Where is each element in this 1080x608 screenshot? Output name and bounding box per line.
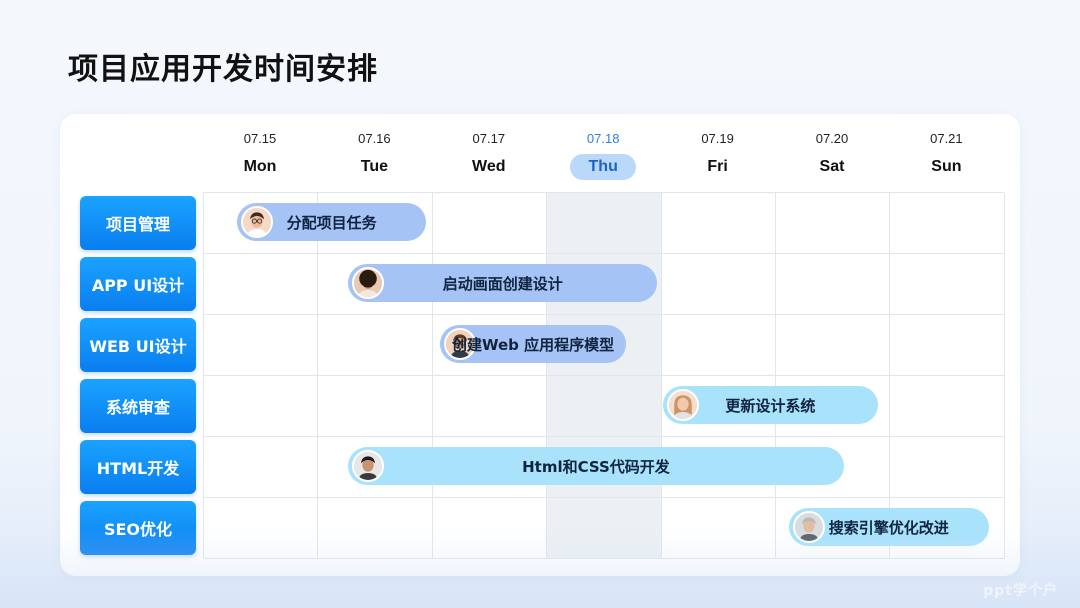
- day-name: Mon: [243, 158, 277, 175]
- task-label: 更新设计系统: [725, 396, 816, 415]
- day-date: 07.21: [930, 131, 963, 146]
- task-label: 创建Web 应用程序模型: [451, 335, 615, 354]
- day-name: Sun: [931, 158, 962, 175]
- schedule-grid: [203, 192, 1005, 559]
- day-date: 07.15: [243, 131, 277, 146]
- day-header-mon[interactable]: 07.15 Mon: [203, 130, 317, 180]
- row-label-2[interactable]: WEB UI设计: [80, 318, 196, 372]
- task-bar[interactable]: 创建Web 应用程序模型: [439, 325, 627, 363]
- day-header-wed[interactable]: 07.17 Wed: [432, 130, 546, 180]
- day-name: Tue: [360, 158, 389, 175]
- row-label-5[interactable]: SEO优化: [80, 501, 196, 555]
- task-bar[interactable]: 启动画面创建设计: [348, 264, 658, 302]
- page-title: 项目应用开发时间安排: [68, 52, 378, 87]
- task-label: 搜索引擎优化改进: [828, 518, 949, 537]
- day-header-sat[interactable]: 07.20 Sat: [775, 130, 889, 180]
- row-label-4[interactable]: HTML开发: [80, 440, 196, 494]
- task-label: 启动画面创建设计: [442, 274, 563, 293]
- row-label-1[interactable]: APP UI设计: [80, 257, 196, 311]
- day-header-sun[interactable]: 07.21 Sun: [889, 130, 1003, 180]
- day-date: 07.19: [701, 131, 734, 146]
- day-date: 07.20: [815, 131, 849, 146]
- task-bar[interactable]: 搜索引擎优化改进: [788, 508, 989, 546]
- day-header-fri[interactable]: 07.19 Fri: [661, 130, 775, 180]
- task-bar[interactable]: Html和CSS代码开发: [348, 447, 844, 485]
- day-date: 07.17: [472, 131, 506, 146]
- task-bar[interactable]: 分配项目任务: [237, 203, 427, 241]
- day-date: 07.16: [358, 131, 391, 146]
- day-date: 07.18: [586, 131, 620, 146]
- day-name: Thu: [570, 154, 637, 180]
- day-header-tue[interactable]: 07.16 Tue: [317, 130, 431, 180]
- grid-row: [204, 376, 1005, 437]
- row-label-3[interactable]: 系统审查: [80, 379, 196, 433]
- day-header-thu[interactable]: 07.18 Thu: [546, 130, 660, 180]
- day-name: Sat: [819, 158, 845, 175]
- row-label-0[interactable]: 项目管理: [80, 196, 196, 250]
- day-name: Wed: [472, 158, 506, 175]
- task-bar[interactable]: 更新设计系统: [662, 386, 878, 424]
- day-name: Fri: [707, 158, 728, 175]
- task-label: Html和CSS代码开发: [522, 457, 670, 476]
- task-label: 分配项目任务: [286, 213, 377, 232]
- watermark: ppt学个户: [983, 583, 1058, 599]
